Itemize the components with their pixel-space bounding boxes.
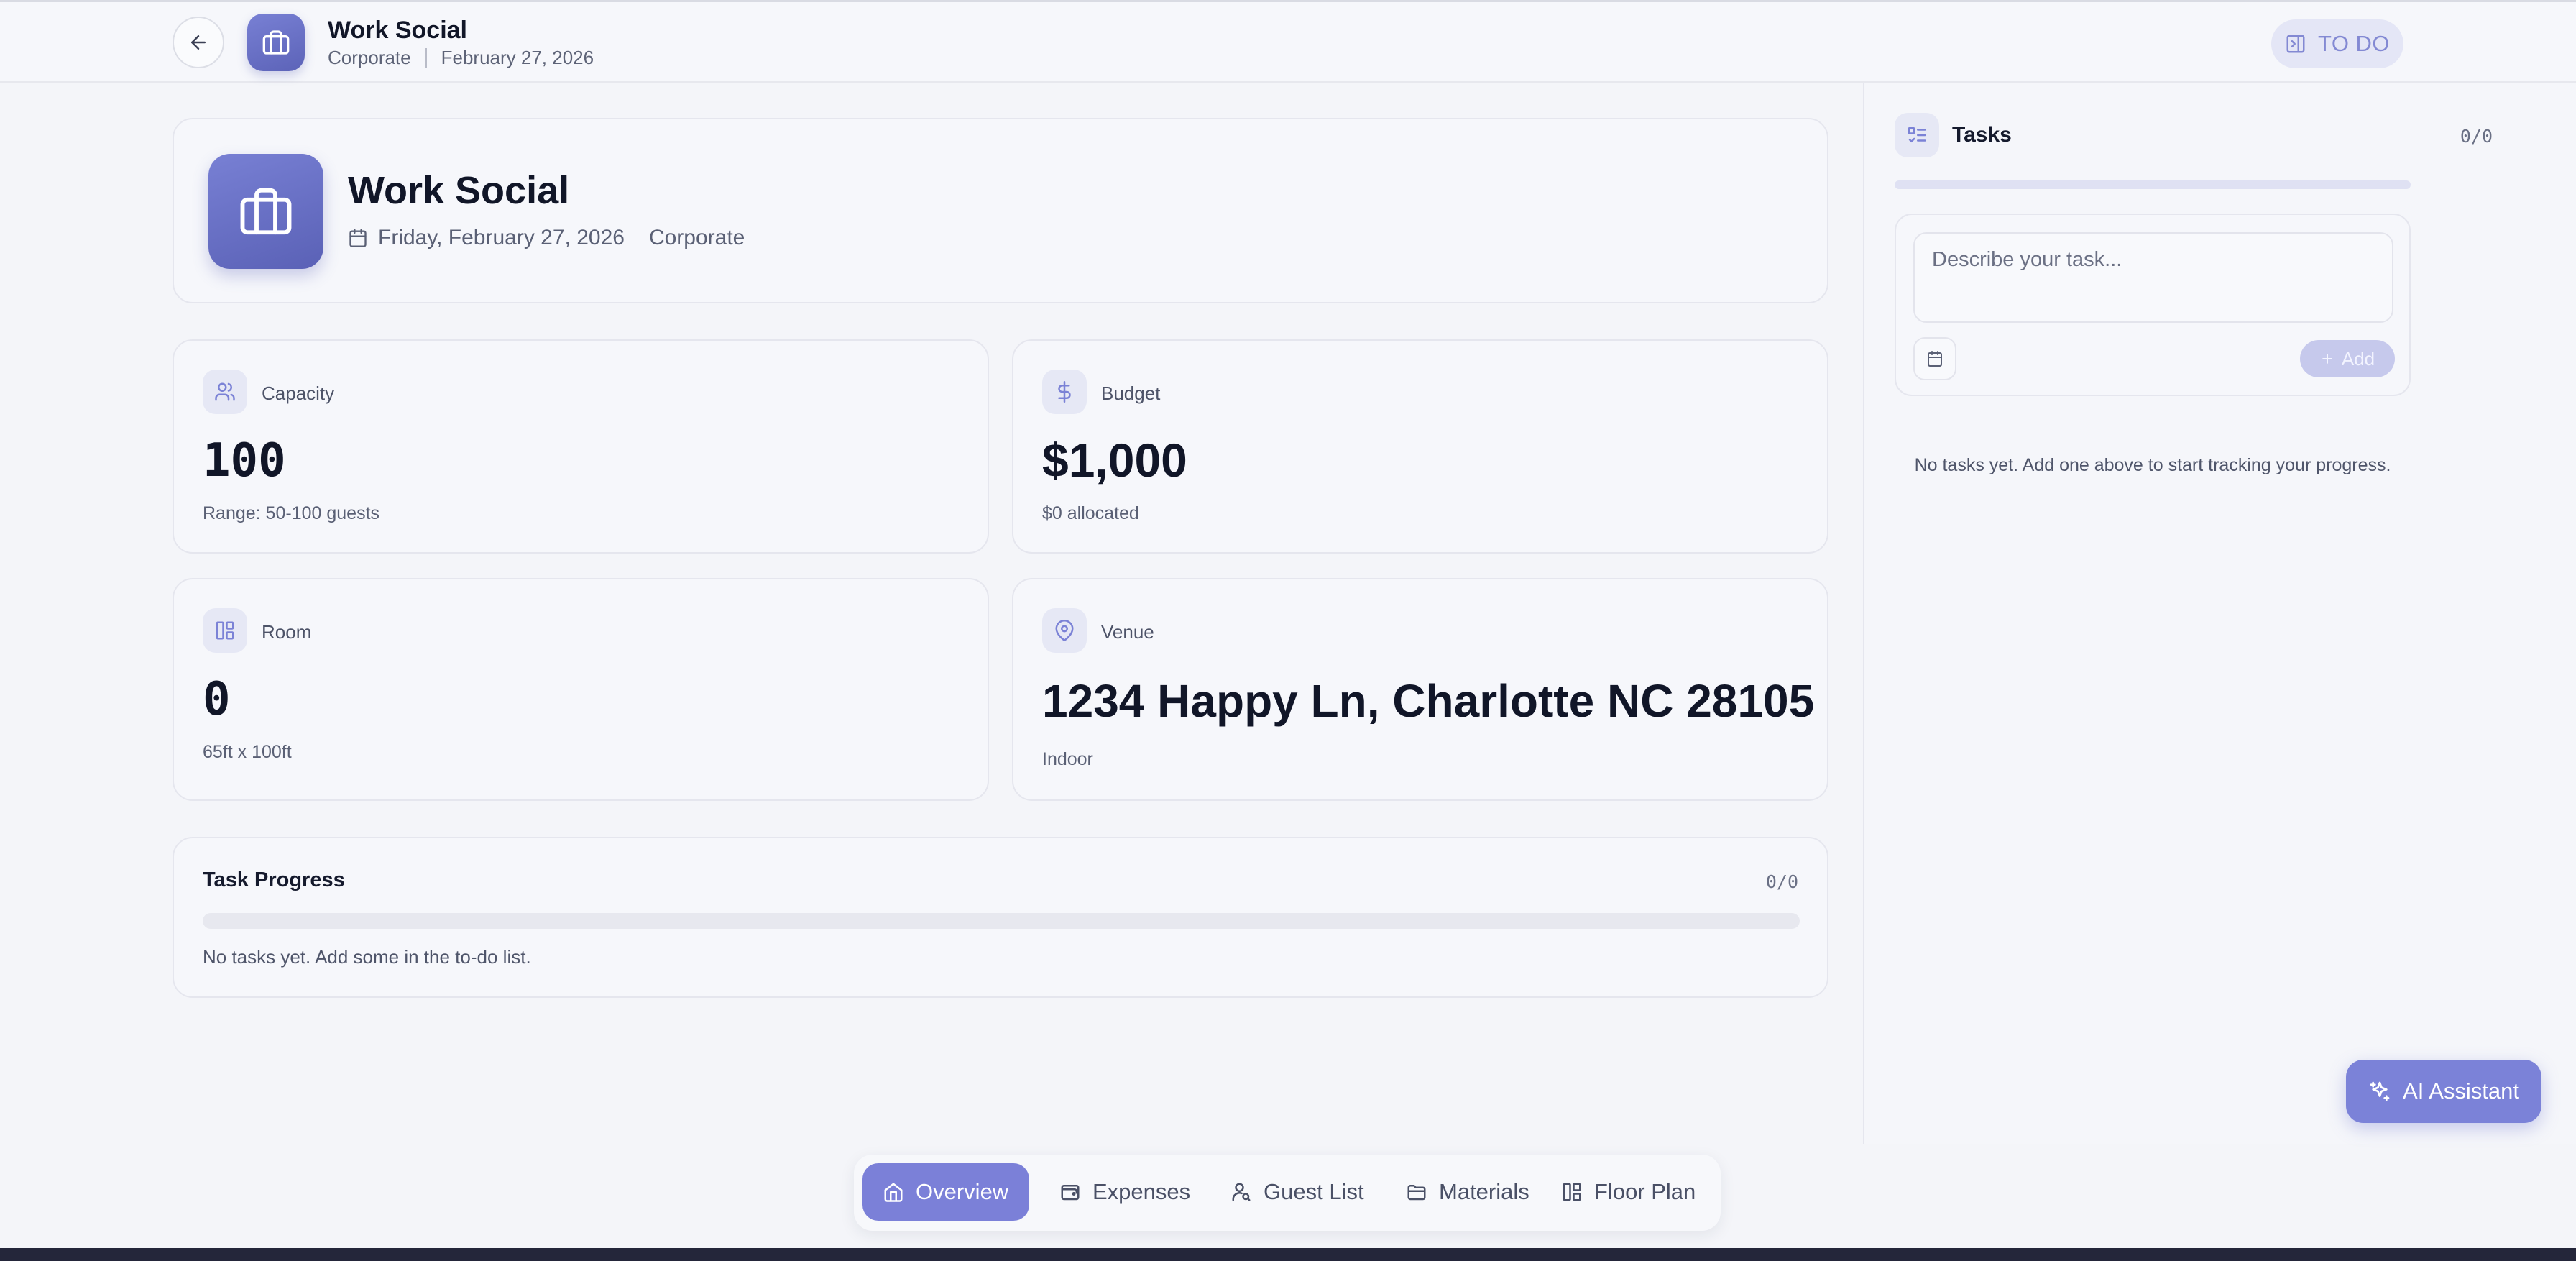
todo-toggle-button[interactable]: TO DO [2271,19,2404,68]
event-category: Corporate [648,226,745,249]
room-icon-badge [203,608,247,653]
venue-setting: Indoor [1042,749,1093,769]
panel-toggle-icon [2285,33,2306,55]
event-summary-card: Work Social Friday, February 27, 2026 Co… [172,118,1828,303]
room-value: 0 [203,673,231,726]
plus-icon [2320,352,2334,366]
add-task-button[interactable]: Add [2300,340,2395,377]
sparkles-icon [2368,1080,2391,1103]
nav-label-overview: Overview [916,1179,1009,1204]
nav-label-materials: Materials [1439,1179,1530,1204]
tasks-progress-bar [1895,180,2411,189]
room-card: Room 0 65ft x 100ft [172,578,989,801]
nav-tab-expenses[interactable]: Expenses [1039,1163,1210,1221]
arrow-left-icon [188,32,209,53]
capacity-label: Capacity [262,382,335,404]
window-frame-edge [0,1248,2576,1261]
event-hero-logo [208,154,323,269]
venue-card: Venue 1234 Happy Ln, Charlotte NC 28105 … [1012,578,1828,801]
calendar-icon [348,228,368,248]
calendar-icon [1926,350,1944,367]
bottom-navigation: Overview Expenses Guest List Materials F… [854,1155,1721,1231]
dollar-icon [1054,381,1075,403]
top-bar: Work Social Corporate February 27, 2026 … [0,0,2576,83]
task-composer: Add [1895,214,2411,396]
tasks-empty-state: No tasks yet. Add one above to start tra… [1914,455,2391,475]
tasks-count: 0/0 [2460,126,2493,147]
back-button[interactable] [172,17,224,68]
capacity-range: Range: 50-100 guests [203,503,380,523]
nav-tab-materials[interactable]: Materials [1386,1163,1550,1221]
wallet-icon [1059,1181,1081,1203]
room-dimensions: 65ft x 100ft [203,742,292,762]
layout-icon [214,620,236,641]
venue-label: Venue [1101,621,1154,643]
add-task-label: Add [2341,347,2375,370]
task-progress-title: Task Progress [203,868,345,891]
ai-assistant-label: AI Assistant [2403,1078,2519,1104]
budget-allocated: $0 allocated [1042,503,1139,523]
header-date: February 27, 2026 [441,47,594,68]
users-icon [214,381,236,403]
nav-label-floor-plan: Floor Plan [1594,1179,1696,1204]
venue-address: 1234 Happy Ln, Charlotte NC 28105 [1042,675,1815,727]
task-progress-bar [203,913,1800,929]
capacity-card: Capacity 100 Range: 50-100 guests [172,339,989,554]
budget-card: Budget $1,000 $0 allocated [1012,339,1828,554]
briefcase-icon [262,28,290,57]
header-divider [425,47,427,68]
layout-icon [1561,1181,1583,1203]
task-due-date-button[interactable] [1913,337,1956,380]
nav-tab-floor-plan[interactable]: Floor Plan [1541,1163,1716,1221]
event-title: Work Social [348,169,570,212]
event-logo [247,14,305,71]
tasks-title: Tasks [1952,123,2012,147]
room-label: Room [262,621,312,643]
nav-label-guest-list: Guest List [1264,1179,1364,1204]
user-search-icon [1230,1181,1252,1203]
task-progress-count: 0/0 [1765,871,1798,892]
venue-icon-badge [1042,608,1087,653]
budget-value: $1,000 [1042,434,1187,487]
map-pin-icon [1054,620,1075,641]
todo-label: TO DO [2317,31,2391,56]
tasks-sidebar: Tasks 0/0 Add No tasks yet. Add one abov… [1863,83,2576,1144]
task-description-input[interactable] [1913,232,2393,323]
tasks-icon-badge [1895,113,1939,157]
briefcase-icon [238,183,294,239]
budget-label: Budget [1101,382,1161,404]
budget-icon-badge [1042,370,1087,414]
task-progress-empty: No tasks yet. Add some in the to-do list… [203,946,531,968]
nav-label-expenses: Expenses [1092,1179,1191,1204]
capacity-value: 100 [203,434,286,487]
event-meta: Friday, February 27, 2026 Corporate [348,226,745,250]
folder-icon [1406,1181,1427,1203]
capacity-icon-badge [203,370,247,414]
task-progress-card: Task Progress 0/0 No tasks yet. Add some… [172,837,1828,998]
ai-assistant-button[interactable]: AI Assistant [2346,1060,2542,1123]
list-checks-icon [1906,124,1928,146]
nav-tab-guest-list[interactable]: Guest List [1210,1163,1384,1221]
home-icon [883,1181,904,1203]
header-subtitle: Corporate February 27, 2026 [328,47,594,69]
header-title: Work Social [328,17,467,44]
event-full-date: Friday, February 27, 2026 [378,226,625,249]
header-category: Corporate [328,47,411,68]
nav-tab-overview[interactable]: Overview [862,1163,1029,1221]
